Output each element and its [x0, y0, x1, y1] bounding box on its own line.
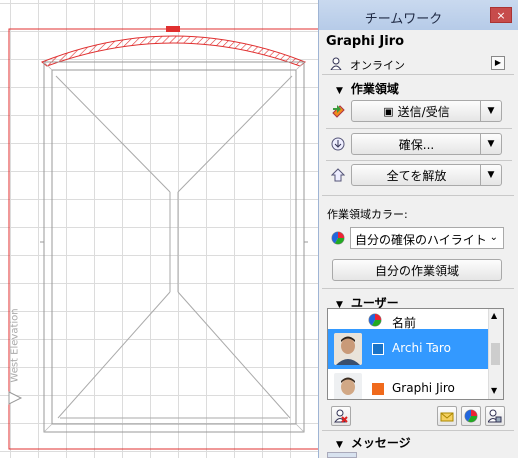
- reserve-label: 確保...: [398, 137, 435, 152]
- send-receive-label: 送信/受信: [397, 104, 450, 119]
- send-receive-dropdown-icon[interactable]: ▼: [480, 101, 501, 121]
- release-all-button[interactable]: 全てを解放 ▼: [351, 164, 502, 186]
- workspace-header-label: 作業領域: [350, 82, 399, 96]
- my-workspace-button[interactable]: 自分の作業領域: [332, 259, 502, 281]
- release-all-icon: [330, 167, 346, 183]
- send-receive-button[interactable]: ▣ 送信/受信 ▼: [351, 100, 502, 122]
- reserve-dropdown-icon[interactable]: ▼: [480, 134, 501, 154]
- divider: [322, 74, 514, 75]
- release-all-label: 全てを解放: [386, 168, 447, 183]
- palette-titlebar[interactable]: チームワーク ×: [319, 0, 518, 30]
- drawing-canvas[interactable]: West Elevation: [0, 0, 318, 458]
- avatar: [334, 333, 362, 365]
- reserve-icon: [330, 136, 346, 152]
- users-list[interactable]: 名前 Archi Taro Graphi Jiro ▲ ▼: [327, 308, 504, 400]
- send-message-icon[interactable]: [437, 406, 457, 426]
- messages-header-label: メッセージ: [350, 436, 411, 450]
- disconnect-user-icon[interactable]: [331, 406, 351, 426]
- users-scrollbar[interactable]: ▲ ▼: [488, 309, 503, 399]
- palette-title: チームワーク: [364, 12, 443, 27]
- avatar: [334, 373, 362, 399]
- message-list-edge[interactable]: [327, 452, 357, 458]
- roof-top-marker: [166, 26, 180, 32]
- status-menu-arrow-icon[interactable]: ▶: [491, 56, 505, 70]
- walls: [43, 61, 305, 433]
- user-settings-icon[interactable]: [485, 406, 505, 426]
- scroll-thumb[interactable]: [491, 343, 500, 365]
- scroll-down-icon[interactable]: ▼: [491, 386, 497, 395]
- user-row-graphi-jiro[interactable]: Graphi Jiro: [328, 369, 489, 399]
- send-receive-icon: [330, 103, 346, 119]
- user-status-icon: [329, 56, 343, 70]
- my-workspace-label: 自分の作業領域: [374, 263, 459, 278]
- elevation-marker: [8, 391, 23, 405]
- user-name: Archi Taro: [392, 341, 451, 355]
- divider: [326, 160, 512, 161]
- user-color-swatch: [372, 343, 384, 355]
- close-button[interactable]: ×: [490, 7, 512, 23]
- divider: [322, 288, 514, 289]
- divider: [322, 195, 514, 196]
- status-label: オンライン: [350, 59, 405, 72]
- reserve-button[interactable]: 確保... ▼: [351, 133, 502, 155]
- collapse-triangle-icon: ▼: [336, 440, 343, 450]
- workspace-section-header[interactable]: ▼ 作業領域: [336, 80, 399, 97]
- send-receive-button-icon: ▣: [383, 104, 394, 118]
- workspace-color-selected: 自分の確保のハイライト: [355, 233, 487, 247]
- user-name: Graphi Jiro: [392, 381, 455, 395]
- user-row-archi-taro[interactable]: Archi Taro: [328, 329, 489, 369]
- user-color-swatch: [372, 383, 384, 395]
- color-wheel-icon: [368, 313, 384, 329]
- messages-section-header[interactable]: ▼ メッセージ: [336, 434, 411, 451]
- collapse-triangle-icon: ▼: [336, 86, 343, 96]
- color-wheel-icon: [330, 230, 346, 246]
- current-user-name: Graphi Jiro: [326, 34, 405, 49]
- divider: [326, 128, 512, 129]
- scroll-up-icon[interactable]: ▲: [491, 311, 497, 320]
- color-wheel-icon[interactable]: [461, 406, 481, 426]
- elevation-label: West Elevation: [9, 308, 21, 383]
- chevron-down-icon: ⌄: [489, 232, 498, 243]
- selection-frame: [8, 28, 318, 450]
- workspace-color-label: 作業領域カラー:: [327, 208, 408, 221]
- release-all-dropdown-icon[interactable]: ▼: [480, 165, 501, 185]
- workspace-color-select[interactable]: 自分の確保のハイライト ⌄: [350, 227, 504, 249]
- divider: [322, 430, 514, 431]
- elevation-drawing[interactable]: [0, 0, 318, 458]
- roof-lines: [55, 75, 293, 419]
